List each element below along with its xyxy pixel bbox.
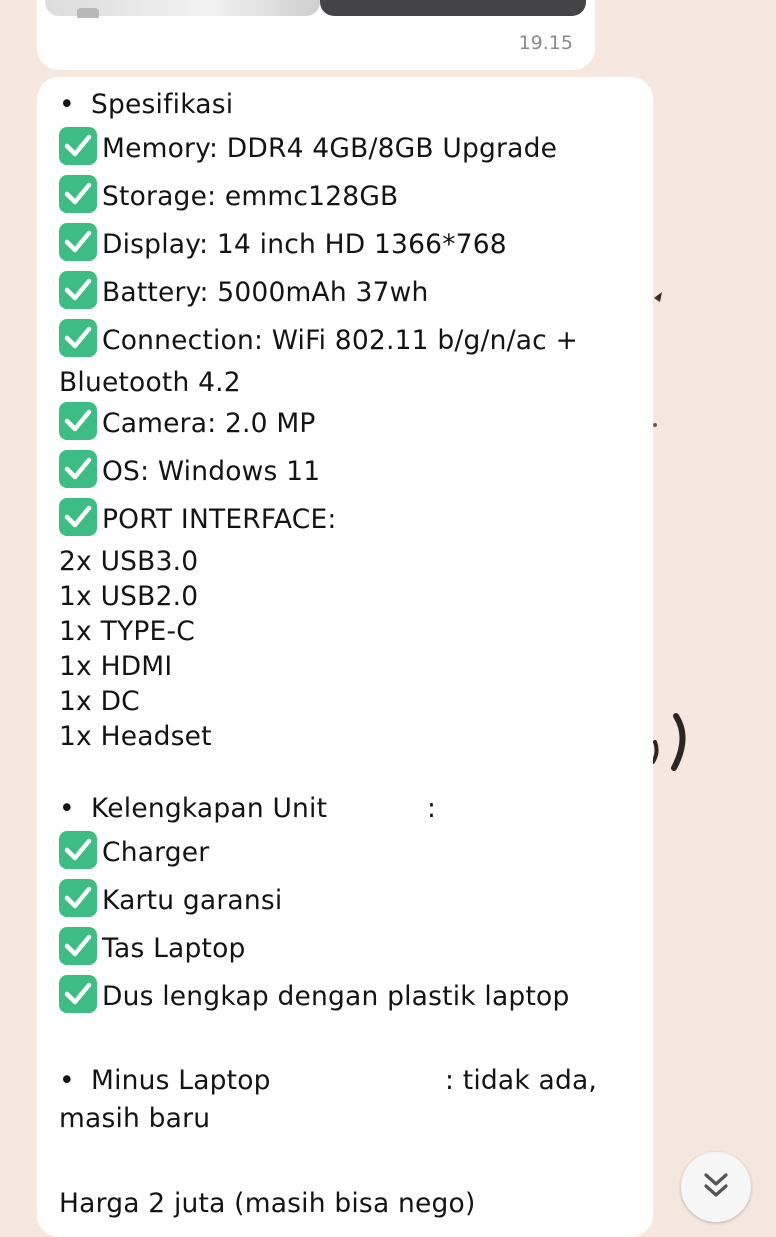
check-mark-button-icon (59, 127, 97, 165)
list-item: PORT INTERFACE: (59, 496, 653, 544)
list-item: Tas Laptop (59, 925, 653, 973)
check-mark-button-icon (59, 975, 97, 1013)
list-item: Connection: WiFi 802.11 b/g/n/ac + (59, 317, 653, 365)
message-timestamp: 19.15 (518, 32, 573, 54)
list-item: • Minus Laptop: tidak ada, (59, 1061, 653, 1101)
photo-thumbnail[interactable] (45, 0, 320, 18)
list-item-continuation: masih baru (59, 1103, 211, 1134)
check-mark-button-icon (59, 927, 97, 965)
list-item: Battery: 5000mAh 37wh (59, 269, 653, 317)
port-item: 1x DC (59, 686, 140, 717)
spec-heading: Spesifikasi (91, 89, 234, 120)
list-item: Camera: 2.0 MP (59, 400, 653, 448)
list-item: • Kelengkapan Unit: (59, 793, 437, 824)
minus-label: Minus Laptop (91, 1065, 271, 1096)
check-mark-button-icon (59, 271, 97, 309)
image-message-bubble: 19.15 (37, 0, 595, 70)
list-item: Dus lengkap dengan plastik laptop (59, 973, 653, 1021)
check-mark-button-icon (59, 879, 97, 917)
list-item: • Spesifikasi (59, 89, 234, 120)
check-mark-button-icon (59, 450, 97, 488)
list-item: Storage: emmc128GB (59, 173, 653, 221)
list-item: Memory: DDR4 4GB/8GB Upgrade (59, 125, 653, 173)
check-mark-button-icon (59, 402, 97, 440)
scroll-to-bottom-button[interactable] (681, 1152, 751, 1222)
port-item: 1x Headset (59, 721, 212, 752)
check-mark-button-icon (59, 498, 97, 536)
check-mark-button-icon (59, 319, 97, 357)
text-message-bubble: • Spesifikasi Memory: DDR4 4GB/8GB Upgrad… (37, 77, 653, 1237)
port-item: 1x HDMI (59, 651, 173, 682)
check-mark-button-icon (59, 831, 97, 869)
port-item: 2x USB3.0 (59, 546, 199, 577)
double-chevron-down-icon (704, 1173, 728, 1197)
list-item: OS: Windows 11 (59, 448, 653, 496)
minus-value: : tidak ada, (445, 1065, 598, 1096)
check-mark-button-icon (59, 175, 97, 213)
kelengkapan-label: Kelengkapan Unit (91, 793, 328, 824)
port-item: 1x TYPE-C (59, 616, 195, 647)
list-item: Display: 14 inch HD 1366*768 (59, 221, 653, 269)
port-item: 1x USB2.0 (59, 581, 199, 612)
list-item-continuation: Bluetooth 4.2 (59, 367, 241, 398)
price-text: Harga 2 juta (masih bisa nego) (59, 1188, 476, 1219)
check-mark-button-icon (59, 223, 97, 261)
list-item: Charger (59, 829, 653, 877)
list-item: Kartu garansi (59, 877, 653, 925)
photo-thumbnail[interactable] (320, 0, 586, 16)
